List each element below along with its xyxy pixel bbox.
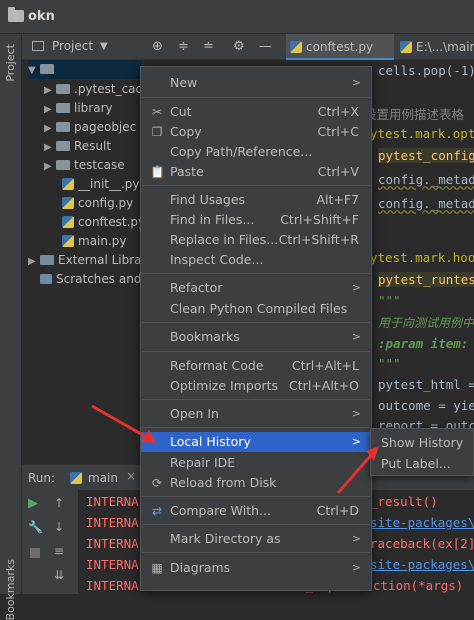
red-arrow-to-show-history xyxy=(336,446,379,494)
red-arrow-to-local-history xyxy=(91,404,156,443)
annotation-arrows xyxy=(91,404,379,494)
